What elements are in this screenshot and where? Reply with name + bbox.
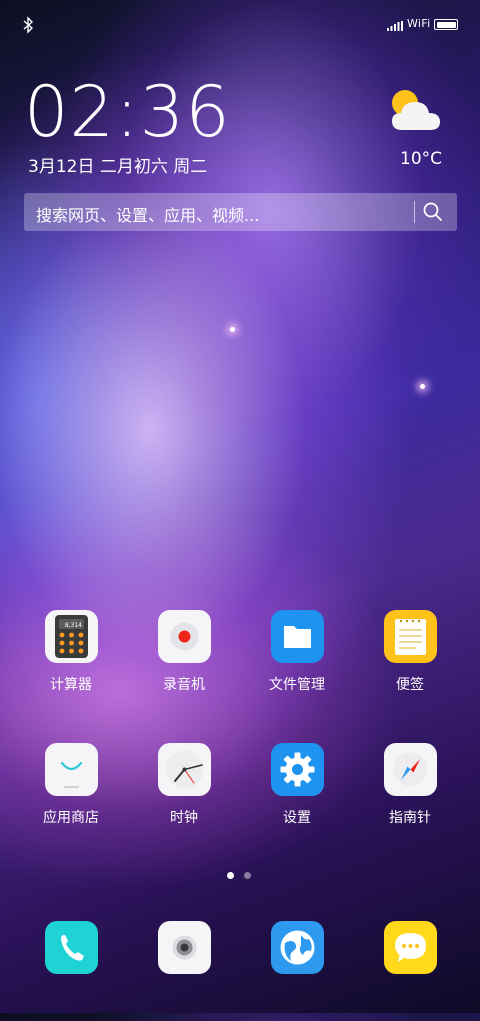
phone-icon[interactable] [45,921,98,974]
bluetooth-icon [23,16,34,34]
dock-camera[interactable] [136,921,232,1021]
app-store-icon[interactable] [45,743,98,796]
app-label: 应用商店 [43,810,99,826]
app-calculator[interactable]: 8,314 计算器 [23,610,119,710]
browser-icon[interactable] [271,921,324,974]
settings-icon[interactable] [271,743,324,796]
app-notes[interactable]: 便签 [362,610,458,710]
wifi-label: WiFi [407,17,431,30]
star [420,384,425,389]
dock-phone[interactable] [23,921,119,1021]
camera-icon[interactable] [158,921,211,974]
app-label: 时钟 [170,810,198,826]
clock-icon[interactable] [158,743,211,796]
app-clock[interactable]: 时钟 [136,743,232,843]
recorder-icon[interactable] [158,610,211,663]
weather-temperature[interactable]: 10°C [400,149,442,169]
app-label: 录音机 [163,677,205,693]
search-divider [414,201,415,223]
signal-icon [387,21,403,31]
partly-cloudy-icon[interactable] [388,86,442,134]
dock-browser[interactable] [249,921,345,1021]
calculator-display: 8,314 [65,622,82,629]
calculator-icon[interactable]: 8,314 [45,610,98,663]
app-recorder[interactable]: 录音机 [136,610,232,710]
dock-messages[interactable] [362,921,458,1021]
search-icon[interactable] [422,201,444,223]
star [230,327,235,332]
compass-icon[interactable] [384,743,437,796]
app-label: 文件管理 [269,677,325,693]
search-placeholder[interactable]: 搜索网页、设置、应用、视频... [36,202,259,226]
clock-date[interactable]: 3月12日 二月初六 周二 [28,152,207,177]
folder-icon[interactable] [271,610,324,663]
page-dot-active[interactable] [227,872,234,879]
page-dot[interactable] [244,872,251,879]
app-settings[interactable]: 设置 [249,743,345,843]
status-bar: WiFi [0,0,480,52]
battery-icon [434,19,458,30]
app-label: 指南针 [389,810,431,826]
clock-time[interactable]: 02:36 [24,72,231,152]
app-label: 便签 [396,677,424,693]
app-store[interactable]: 应用商店 [23,743,119,843]
search-bar[interactable]: 搜索网页、设置、应用、视频... [24,193,457,231]
app-label: 计算器 [50,677,92,693]
app-compass[interactable]: 指南针 [362,743,458,843]
messages-icon[interactable] [384,921,437,974]
app-file-manager[interactable]: 文件管理 [249,610,345,710]
app-label: 设置 [283,810,311,826]
notepad-icon[interactable] [384,610,437,663]
